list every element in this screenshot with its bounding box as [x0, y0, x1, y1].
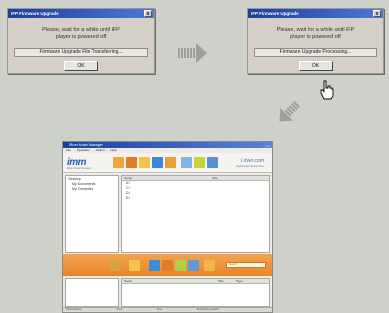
status-total: Total Capacity: [66, 308, 82, 311]
transfer-icon-5[interactable]: [175, 260, 186, 271]
status-bar: Total Capacity Used Free Remaining Capac…: [63, 307, 272, 312]
app-titlebar: iRiver Music Manager _ □ x: [63, 142, 272, 148]
column-size[interactable]: Size: [212, 176, 218, 181]
menu-operation[interactable]: Operation: [77, 148, 90, 152]
app-logo-subtitle: iRiver Music Manager: [67, 167, 92, 170]
tree-item-computer[interactable]: My Computer: [68, 187, 116, 192]
status-free: Free: [156, 308, 163, 311]
transfer-icon-1[interactable]: [109, 260, 120, 271]
message-line-2: player is powered off: [55, 34, 107, 40]
transfer-icon-3[interactable]: [149, 260, 160, 271]
transfer-icon-6[interactable]: [188, 260, 199, 271]
toolbar-icon-8[interactable]: [207, 157, 218, 168]
menu-file[interactable]: File: [66, 148, 71, 152]
message-line-2: player is powered off: [290, 34, 341, 40]
column-size[interactable]: Size: [218, 279, 224, 284]
menu-help[interactable]: Help: [110, 148, 116, 152]
menu-option[interactable]: Option: [96, 148, 105, 152]
arrow-down-left-icon: [279, 100, 301, 122]
dialog-title: iFP Firmware Upgrade: [251, 11, 299, 16]
close-icon[interactable]: x: [373, 10, 381, 17]
window-controls[interactable]: _ □ x: [263, 143, 270, 149]
status-field: Firmware Upgrade Processing...: [254, 48, 377, 57]
list-item[interactable]: E:\: [122, 196, 269, 201]
brand-subtitle: Digital Audio Everywhere: [236, 165, 264, 168]
transfer-toolbar: Search: [63, 254, 272, 276]
status-used: Used: [116, 308, 123, 311]
transfer-icon-2[interactable]: [129, 260, 140, 271]
firmware-upgrade-dialog-transferring: iFP Firmware Upgrade x Please, wait for …: [7, 8, 155, 74]
folder-tree: Desktop My Documents My Computer: [66, 176, 118, 193]
dialog-title: iFP Firmware Upgrade: [11, 11, 59, 16]
firmware-upgrade-dialog-processing: iFP Firmware Upgrade x Please, wait for …: [247, 8, 384, 74]
file-list-panel[interactable]: Name Size A:\ C:\ D:\ E:\: [121, 175, 270, 253]
arrow-right-icon: [178, 43, 207, 63]
dialog-message: Please, wait for a while until iFP playe…: [8, 27, 154, 41]
column-name[interactable]: Name: [124, 176, 132, 181]
status-remaining: Remaining Capacity: [196, 308, 220, 311]
brand-text: i.river.com: [241, 158, 264, 164]
dialog-message: Please, wait for a while until iFP playe…: [248, 27, 383, 41]
message-line-1: Please, wait for a while until iFP: [276, 27, 355, 33]
toolbar-icon-6[interactable]: [181, 157, 192, 168]
column-type[interactable]: Type: [236, 279, 243, 284]
dialog-titlebar: iFP Firmware Upgrade x: [8, 9, 154, 18]
device-list-header: Name Size Type: [122, 279, 269, 284]
toolbar-icon-3[interactable]: [139, 157, 150, 168]
app-title: iRiver Music Manager: [69, 143, 103, 147]
transfer-icon-7[interactable]: [204, 260, 215, 271]
column-name[interactable]: Name: [124, 279, 132, 284]
main-toolbar: imm iRiver Music Manager i.river.com Dig…: [63, 153, 272, 173]
hand-pointer-icon: [320, 80, 334, 100]
music-manager-window: iRiver Music Manager _ □ x File Operatio…: [62, 141, 273, 313]
toolbar-icon-7[interactable]: [194, 157, 205, 168]
device-file-panel[interactable]: Name Size Type: [121, 278, 270, 307]
toolbar-icon-5[interactable]: [165, 157, 176, 168]
toolbar-icon-1[interactable]: [113, 157, 124, 168]
toolbar-icon-4[interactable]: [152, 157, 163, 168]
toolbar-icon-2[interactable]: [126, 157, 137, 168]
folder-tree-panel[interactable]: Desktop My Documents My Computer: [65, 175, 119, 253]
search-input[interactable]: Search: [226, 262, 266, 268]
dialog-titlebar: iFP Firmware Upgrade x: [248, 9, 383, 18]
ok-button[interactable]: OK: [298, 61, 333, 71]
message-line-1: Please, wait for a while until iFP: [42, 27, 120, 33]
file-list-header: Name Size: [122, 176, 269, 181]
transfer-icon-4[interactable]: [162, 260, 173, 271]
status-field: Firmware Upgrade File Transferring...: [14, 48, 148, 57]
close-icon[interactable]: x: [144, 10, 152, 17]
device-tree-panel[interactable]: [65, 278, 119, 307]
ok-button[interactable]: OK: [64, 61, 98, 71]
